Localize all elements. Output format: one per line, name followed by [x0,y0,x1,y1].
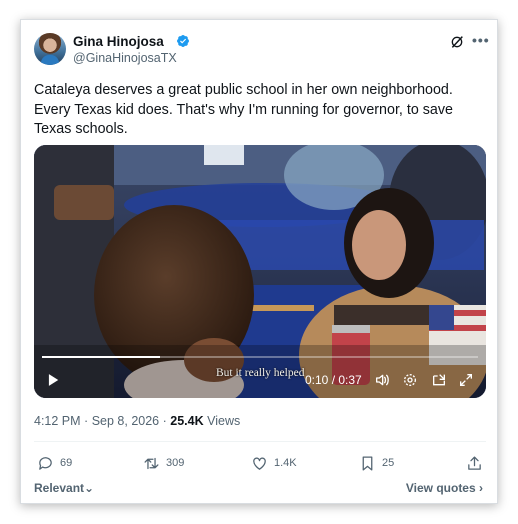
repost-count: 309 [166,457,185,469]
video-frame [34,145,486,398]
meta-separator: · [84,414,89,428]
grok-icon[interactable] [449,34,465,50]
fullscreen-icon[interactable] [458,372,474,388]
reply-button[interactable]: 69 [37,454,72,472]
view-quotes-label: View quotes [405,481,476,495]
avatar[interactable] [34,33,66,65]
divider [34,441,486,442]
bookmark-count: 25 [382,457,395,469]
settings-gear-icon[interactable] [402,372,418,388]
like-count: 1.4K [274,457,297,469]
views-label: Views [207,414,241,428]
video-player[interactable]: But it really helped 0:10 / 0:37 [34,145,486,398]
heart-icon [253,457,266,470]
sort-label: Relevant [34,481,85,495]
views-count: 25.4K [170,414,204,428]
picture-in-picture-icon[interactable] [431,372,447,388]
like-button[interactable]: 1.4K [251,454,297,472]
tweet-card: Gina Hinojosa @GinaHinojosaTX ••• Catale… [20,19,498,504]
verified-badge-icon [177,35,189,47]
chevron-down-icon: ⌄ [84,481,95,495]
video-subtitle: But it really helped [216,367,305,379]
chevron-right-icon: › [479,481,483,495]
share-icon [468,455,481,470]
tweet-meta: 4:12 PM · Sep 8, 2026 · 25.4K Views [34,414,240,428]
meta-separator: · [162,414,167,428]
more-options-icon[interactable]: ••• [472,32,490,48]
post-time[interactable]: 4:12 PM [34,414,81,428]
tweet-text: Cataleya deserves a great public school … [34,82,453,137]
repost-icon [144,457,159,469]
bookmark-icon [362,455,373,471]
bookmark-button[interactable]: 25 [359,454,394,472]
play-icon[interactable] [46,373,60,387]
repost-button[interactable]: 309 [143,454,184,472]
share-button[interactable] [466,454,483,472]
video-time: 0:10 / 0:37 [305,373,362,387]
volume-icon[interactable] [374,372,390,388]
reply-count: 69 [60,457,73,469]
reply-icon [39,456,52,470]
author-name[interactable]: Gina Hinojosa [73,34,164,49]
sort-relevant-dropdown[interactable]: Relevant⌄ [34,481,94,495]
post-date[interactable]: Sep 8, 2026 [92,414,159,428]
progress-fill [42,356,160,358]
author-handle[interactable]: @GinaHinojosaTX [73,51,177,65]
view-quotes-link[interactable]: View quotes › [406,481,483,495]
